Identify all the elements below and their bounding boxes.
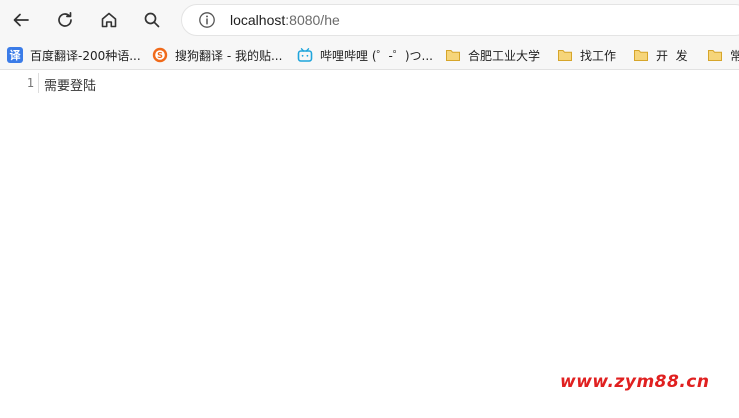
browser-toolbar: localhost:8080/he (0, 0, 739, 40)
folder-icon (557, 47, 573, 63)
bookmark-label: 百度翻译-200种语... (30, 48, 141, 63)
bookmark-label: 开 发 (656, 48, 688, 63)
home-button[interactable] (95, 6, 123, 34)
reload-icon (58, 11, 72, 27)
folder-icon (445, 47, 461, 63)
bookmark-folder-dev[interactable]: 开 发 (633, 45, 688, 65)
bookmark-label: 搜狗翻译 - 我的贴... (175, 48, 283, 63)
bookmark-baidu-translate[interactable]: 译 百度翻译-200种语... (7, 45, 141, 65)
bookmark-folder-jobs[interactable]: 找工作 (557, 45, 616, 65)
page-content: 1 需要登陆 (0, 71, 739, 418)
bookmark-folder-common[interactable]: 常 (707, 45, 739, 65)
home-icon (101, 12, 117, 28)
search-button[interactable] (138, 6, 166, 34)
bookmark-bilibili[interactable]: 哔哩哔哩 (゜-゜)つ... (297, 45, 433, 65)
bookmarks-bar: 译 百度翻译-200种语... S 搜狗翻译 - 我的贴... 哔哩哔哩 (゜-… (0, 40, 739, 70)
line-number: 1 (26, 76, 34, 90)
folder-icon (707, 47, 723, 63)
svg-text:译: 译 (10, 49, 22, 62)
baidu-translate-icon: 译 (7, 47, 23, 63)
bookmark-label: 合肥工业大学 (468, 48, 541, 63)
url-text[interactable]: localhost:8080/he (230, 12, 340, 28)
bookmark-label: 常 (730, 47, 739, 64)
svg-text:S: S (157, 51, 163, 60)
reload-button[interactable] (51, 6, 79, 34)
url-host: localhost (230, 12, 286, 28)
site-info-icon[interactable] (198, 11, 216, 29)
bookmark-folder-hfut[interactable]: 合肥工业大学 (445, 45, 540, 65)
sogou-icon: S (152, 47, 168, 63)
line-gutter-divider (38, 73, 39, 93)
bookmark-label: 哔哩哔哩 (゜-゜)つ... (320, 48, 433, 63)
bookmark-sogou-translate[interactable]: S 搜狗翻译 - 我的贴... (152, 45, 282, 65)
url-path: :8080/he (285, 12, 340, 28)
site-watermark: www.zym88.cn (560, 372, 710, 392)
bookmark-label: 找工作 (580, 48, 617, 63)
bilibili-icon (297, 47, 313, 63)
back-button[interactable] (7, 6, 35, 34)
search-icon (144, 12, 160, 28)
address-bar[interactable]: localhost:8080/he (181, 4, 739, 36)
response-text-line: 需要登陆 (44, 79, 97, 94)
arrow-left-icon (13, 13, 29, 27)
folder-icon (633, 47, 649, 63)
